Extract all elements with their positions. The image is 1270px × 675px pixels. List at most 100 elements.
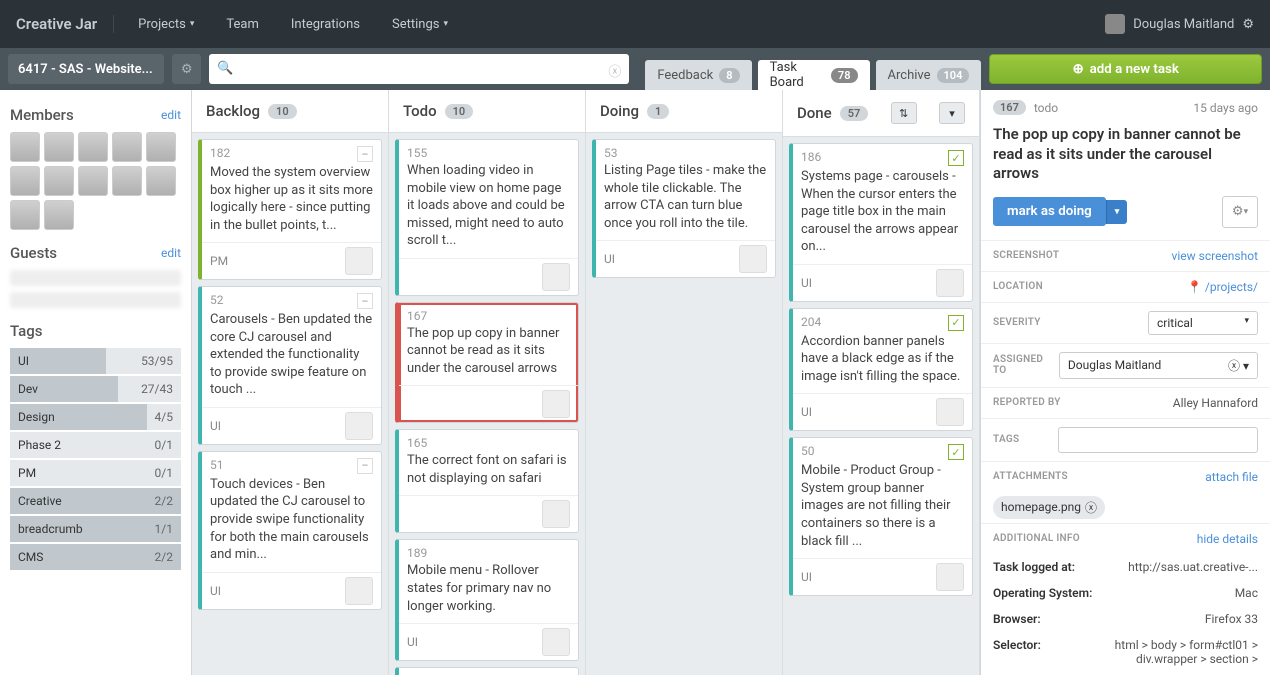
assignee-avatar[interactable] bbox=[936, 398, 964, 426]
add-task-button[interactable]: ⊕ add a new task bbox=[989, 54, 1262, 84]
avatar bbox=[1105, 14, 1125, 34]
search-input[interactable] bbox=[209, 54, 629, 84]
tag-filter[interactable]: CMS2/2 bbox=[10, 544, 181, 570]
minimize-icon[interactable]: – bbox=[357, 293, 373, 309]
assigned-to-select[interactable]: Douglas Maitlandⓧ ▾ bbox=[1059, 352, 1258, 379]
tab-task-board[interactable]: Task Board 78 bbox=[758, 60, 870, 90]
nav-team[interactable]: Team bbox=[210, 17, 275, 32]
task-card[interactable]: 204✓Accordion banner panels have a black… bbox=[789, 308, 973, 432]
member-avatar[interactable] bbox=[44, 166, 74, 196]
task-card[interactable]: 155When loading video in mobile view on … bbox=[395, 139, 579, 296]
check-icon[interactable]: ✓ bbox=[948, 150, 964, 166]
guests-heading: Guests bbox=[10, 244, 57, 262]
assignee-avatar[interactable] bbox=[345, 412, 373, 440]
info-row: Selector:html > body > form#ctl01 > div.… bbox=[981, 632, 1270, 672]
tag-filter[interactable]: UI53/95 bbox=[10, 348, 181, 374]
minimize-icon[interactable]: – bbox=[357, 458, 373, 474]
task-card[interactable]: 52–Carousels - Ben updated the core CJ c… bbox=[198, 286, 382, 445]
assignee-avatar[interactable] bbox=[936, 269, 964, 297]
member-avatar[interactable] bbox=[78, 166, 108, 196]
assignee-avatar[interactable] bbox=[542, 263, 570, 291]
sort-menu-button[interactable]: ▾ bbox=[939, 102, 965, 124]
member-avatar[interactable] bbox=[112, 132, 142, 162]
project-title[interactable]: 6417 - SAS - Website... bbox=[8, 54, 164, 84]
chevron-down-icon: ▾ bbox=[190, 19, 195, 29]
task-card[interactable]: 167The pop up copy in banner cannot be r… bbox=[395, 302, 579, 424]
assignee-avatar[interactable] bbox=[345, 577, 373, 605]
member-avatar[interactable] bbox=[44, 200, 74, 230]
edit-members-link[interactable]: edit bbox=[161, 108, 181, 122]
task-detail-panel: 167 todo 15 days ago The pop up copy in … bbox=[980, 90, 1270, 675]
project-settings-button[interactable]: ⚙ bbox=[172, 54, 201, 84]
task-card[interactable]: 195Ordered lists not bbox=[395, 667, 579, 675]
column-backlog: Backlog10182–Moved the system overview b… bbox=[192, 90, 389, 675]
assignee-avatar[interactable] bbox=[739, 245, 767, 273]
nav-projects[interactable]: Projects ▾ bbox=[122, 17, 210, 32]
assignee-avatar[interactable] bbox=[542, 628, 570, 656]
severity-select[interactable]: critical ▾ bbox=[1148, 311, 1258, 335]
tag-filter[interactable]: Dev27/43 bbox=[10, 376, 181, 402]
task-card[interactable]: 186✓Systems page - carousels - When the … bbox=[789, 143, 973, 302]
member-avatar[interactable] bbox=[146, 166, 176, 196]
tag-filter[interactable]: Design4/5 bbox=[10, 404, 181, 430]
assignee-avatar[interactable] bbox=[345, 247, 373, 275]
edit-guests-link[interactable]: edit bbox=[161, 246, 181, 260]
assignee-avatar[interactable] bbox=[542, 500, 570, 528]
brand[interactable]: Creative Jar bbox=[16, 15, 114, 33]
mark-as-doing-button[interactable]: mark as doing bbox=[993, 197, 1106, 226]
detail-crumb[interactable]: todo bbox=[1034, 101, 1058, 115]
location-link[interactable]: 📍 /projects/ bbox=[1187, 280, 1258, 294]
tag-filter[interactable]: Phase 20/1 bbox=[10, 432, 181, 458]
task-card[interactable]: 182–Moved the system overview box higher… bbox=[198, 139, 382, 280]
chevron-down-icon: ▾ bbox=[1115, 207, 1120, 217]
assignee-avatar[interactable] bbox=[542, 390, 570, 418]
tag-filter[interactable]: Creative2/2 bbox=[10, 488, 181, 514]
hide-details-link[interactable]: hide details bbox=[1197, 532, 1258, 546]
sort-button[interactable]: ⇅ bbox=[891, 102, 917, 124]
tags-input[interactable] bbox=[1058, 427, 1258, 453]
check-icon[interactable]: ✓ bbox=[948, 444, 964, 460]
detail-title: The pop up copy in banner cannot be read… bbox=[981, 125, 1270, 196]
detail-age: 15 days ago bbox=[1193, 101, 1258, 115]
search-icon: 🔍 bbox=[217, 61, 233, 76]
chevron-down-icon: ▾ bbox=[443, 19, 448, 29]
task-card[interactable]: 189Mobile menu - Rollover states for pri… bbox=[395, 539, 579, 661]
assignee-avatar[interactable] bbox=[936, 563, 964, 591]
detail-settings-button[interactable]: ⚙ ▾ bbox=[1222, 196, 1258, 228]
user-menu[interactable]: Douglas Maitland ⚙ bbox=[1105, 14, 1254, 34]
member-avatar[interactable] bbox=[78, 132, 108, 162]
mark-dropdown-button[interactable]: ▾ bbox=[1106, 200, 1128, 224]
task-card[interactable]: 53Listing Page tiles - make the whole ti… bbox=[592, 139, 776, 278]
member-avatar[interactable] bbox=[10, 132, 40, 162]
nav-integrations[interactable]: Integrations bbox=[275, 17, 376, 32]
member-avatar[interactable] bbox=[10, 200, 40, 230]
tab-feedback[interactable]: Feedback 8 bbox=[645, 60, 751, 90]
member-avatar[interactable] bbox=[112, 166, 142, 196]
clear-icon[interactable]: ⓧ bbox=[608, 61, 621, 80]
tag-filter[interactable]: breadcrumb1/1 bbox=[10, 516, 181, 542]
task-card[interactable]: 51–Touch devices - Ben updated the CJ ca… bbox=[198, 451, 382, 610]
attach-file-link[interactable]: attach file bbox=[1205, 470, 1258, 484]
info-row: Operating System:Mac bbox=[981, 580, 1270, 606]
gear-icon[interactable]: ⚙ bbox=[1242, 17, 1254, 32]
info-row: Task logged at:http://sas.uat.creative-.… bbox=[981, 554, 1270, 580]
sidebar: Members edit Guests edit Tags UI53/95Dev… bbox=[0, 90, 192, 675]
plus-icon: ⊕ bbox=[1072, 62, 1083, 77]
member-avatar[interactable] bbox=[146, 132, 176, 162]
remove-icon[interactable]: ⓧ bbox=[1085, 499, 1097, 516]
member-avatar[interactable] bbox=[10, 166, 40, 196]
guest-item bbox=[10, 292, 181, 308]
attachment-chip[interactable]: homepage.png ⓧ bbox=[993, 496, 1105, 519]
guest-item bbox=[10, 270, 181, 286]
minimize-icon[interactable]: – bbox=[357, 146, 373, 162]
task-card[interactable]: 165The correct font on safari is not dis… bbox=[395, 429, 579, 533]
member-avatar[interactable] bbox=[44, 132, 74, 162]
view-screenshot-link[interactable]: view screenshot bbox=[1172, 249, 1258, 263]
nav-settings[interactable]: Settings ▾ bbox=[376, 17, 464, 32]
info-row: Browser:Firefox 33 bbox=[981, 606, 1270, 632]
check-icon[interactable]: ✓ bbox=[948, 315, 964, 331]
tab-archive[interactable]: Archive 104 bbox=[876, 60, 982, 90]
members-heading: Members bbox=[10, 106, 74, 124]
tag-filter[interactable]: PM0/1 bbox=[10, 460, 181, 486]
task-card[interactable]: 50✓Mobile - Product Group - System group… bbox=[789, 437, 973, 596]
